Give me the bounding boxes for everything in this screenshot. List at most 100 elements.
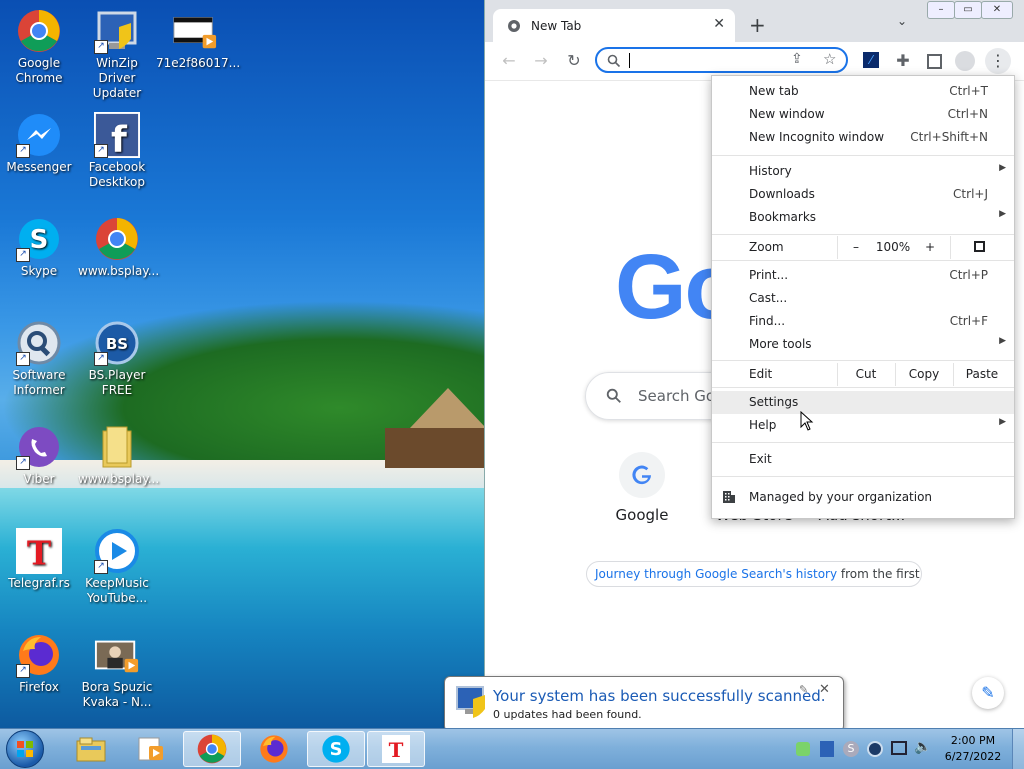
taskbar-explorer[interactable]	[62, 731, 120, 767]
tab-close-icon[interactable]: ✕	[713, 16, 725, 32]
side-panel-icon[interactable]	[927, 54, 942, 69]
menu-item-downloads[interactable]: Downloads Ctrl+J	[712, 183, 1014, 206]
menu-separator	[712, 387, 1014, 388]
fullscreen-icon[interactable]	[974, 241, 985, 252]
extensions-puzzle-icon[interactable]: ✚	[892, 50, 914, 72]
menu-item-shortcut: Ctrl+Shift+N	[910, 130, 988, 144]
menu-item-print[interactable]: Print... Ctrl+P	[712, 264, 1014, 287]
tray-software-informer-icon[interactable]	[867, 741, 883, 757]
tray-network-icon[interactable]	[891, 741, 907, 755]
menu-item-bookmarks[interactable]: Bookmarks ▶	[712, 206, 1014, 229]
start-button[interactable]	[6, 730, 44, 768]
desktop-icon-bsplayer-free[interactable]: BS ↗ BS.Player FREE	[78, 320, 156, 398]
menu-item-managed[interactable]: Managed by your organization	[712, 486, 1014, 509]
close-window-button[interactable]: ✕	[981, 1, 1013, 19]
notification-subtitle: 0 updates had been found.	[493, 708, 642, 721]
maximize-button[interactable]: ▭	[954, 1, 982, 19]
shortcut-google[interactable]: Google	[587, 452, 697, 524]
menu-item-exit[interactable]: Exit	[712, 448, 1014, 471]
desktop-icon-messenger[interactable]: ↗ Messenger	[0, 112, 78, 175]
taskbar-media-player[interactable]	[122, 731, 180, 767]
tray-green-icon[interactable]	[796, 742, 810, 756]
viber-icon: ↗	[16, 424, 62, 470]
copy-button[interactable]: Copy	[896, 367, 952, 381]
firefox-icon	[260, 735, 288, 763]
menu-item-find[interactable]: Find... Ctrl+F	[712, 310, 1014, 333]
google-g-icon	[619, 452, 665, 498]
menu-item-label: Exit	[749, 452, 772, 466]
desktop-icon-google-chrome[interactable]: Google Chrome	[0, 8, 78, 86]
cut-button[interactable]: Cut	[838, 367, 894, 381]
svg-text:T: T	[389, 738, 404, 762]
desktop-icon-keepmusic[interactable]: ↗ KeepMusic YouTube...	[78, 528, 156, 606]
folder-icon	[76, 737, 106, 762]
shortcut-arrow-icon: ↗	[94, 40, 108, 54]
notification-close-icon[interactable]: ✕	[819, 682, 830, 697]
address-bar[interactable]: ⇪ ☆	[595, 47, 848, 73]
desktop-icon-facebook-desktop[interactable]: f ↗ Facebook Desktkop	[78, 112, 156, 190]
reload-icon[interactable]: ↻	[563, 50, 585, 72]
taskbar-skype[interactable]: S	[307, 731, 365, 767]
menu-item-more-tools[interactable]: More tools ▶	[712, 333, 1014, 356]
wallpaper-hut	[410, 388, 486, 428]
desktop-icon-label: Skype	[20, 264, 58, 278]
tray-skype-icon[interactable]: S	[843, 741, 859, 757]
menu-item-label: Managed by your organization	[749, 490, 933, 504]
desktop-icon-software-informer[interactable]: ↗ Software Informer	[0, 320, 78, 398]
notification-options-icon[interactable]: ✎	[799, 683, 808, 696]
customize-pencil-icon[interactable]: ✎	[972, 677, 1004, 709]
taskbar-clock[interactable]: 2:00 PM 6/27/2022	[940, 733, 1006, 765]
profile-avatar-icon[interactable]	[955, 51, 975, 71]
desktop-icon-label: 71e2f86017...	[156, 56, 241, 70]
menu-item-history[interactable]: History ▶	[712, 160, 1014, 183]
bookmark-star-icon[interactable]: ☆	[823, 50, 836, 68]
show-desktop-button[interactable]	[1012, 729, 1024, 769]
zoom-in-button[interactable]: +	[922, 240, 938, 254]
back-arrow-icon[interactable]: ←	[498, 50, 520, 72]
desktop-icon-skype[interactable]: S ↗ Skype	[0, 216, 78, 279]
menu-item-help[interactable]: Help ▶	[712, 414, 1014, 437]
tray-driver-updater-icon[interactable]	[820, 741, 834, 757]
doodle-share-link[interactable]: Journey through Google Search's history …	[586, 561, 922, 587]
minimize-button[interactable]: –	[927, 1, 955, 19]
menu-item-label: History	[749, 164, 792, 178]
tray-volume-icon[interactable]: 🔈	[914, 739, 931, 755]
desktop-icon-bsplayer-folder[interactable]: www.bsplay...	[78, 424, 159, 487]
clock-date: 6/27/2022	[944, 750, 1002, 763]
desktop-icon-winzip-driver-updater[interactable]: ↗ WinZip Driver Updater	[78, 8, 156, 101]
menu-item-new-window[interactable]: New window Ctrl+N	[712, 103, 1014, 126]
tab-new-tab[interactable]: New Tab ✕	[493, 9, 735, 42]
menu-item-incognito[interactable]: New Incognito window Ctrl+Shift+N	[712, 126, 1014, 149]
desktop-icon-bsplayer-link[interactable]: www.bsplay...	[78, 216, 159, 279]
desktop-icon-bora-spuzic-video[interactable]: Bora Spuzic Kvaka - N...	[78, 632, 156, 710]
share-icon[interactable]: ⇪	[791, 51, 803, 67]
desktop-icon-viber[interactable]: ↗ Viber	[0, 424, 78, 487]
desktop-icon-firefox[interactable]: ↗ Firefox	[0, 632, 78, 695]
zoom-out-button[interactable]: –	[848, 240, 864, 254]
menu-item-new-tab[interactable]: New tab Ctrl+T	[712, 80, 1014, 103]
menu-item-label: New window	[749, 107, 825, 121]
scan-notification[interactable]: Your system has been successfully scanne…	[444, 676, 844, 732]
menu-item-shortcut: Ctrl+P	[949, 268, 988, 282]
forward-arrow-icon[interactable]: →	[530, 50, 552, 72]
taskbar-telegraf[interactable]: T	[367, 731, 425, 767]
menu-item-shortcut: Ctrl+N	[947, 107, 988, 121]
desktop-icon-telegraf[interactable]: T Telegraf.rs	[0, 528, 78, 591]
svg-text:S: S	[330, 740, 343, 760]
search-icon	[607, 54, 621, 68]
paste-button[interactable]: Paste	[954, 367, 1010, 381]
driver-updater-icon	[456, 686, 485, 718]
new-tab-button[interactable]: +	[749, 13, 766, 37]
menu-item-cast[interactable]: Cast...	[712, 287, 1014, 310]
winzip-driver-updater-icon: ↗	[94, 8, 140, 54]
desktop-icon-video-file[interactable]: 71e2f86017...	[156, 8, 240, 71]
taskbar-chrome[interactable]	[183, 731, 241, 767]
menu-item-settings[interactable]: Settings	[712, 391, 1014, 414]
taskbar-firefox[interactable]	[245, 731, 303, 767]
tab-search-chevron-icon[interactable]: ⌄	[897, 14, 907, 28]
extension-icon[interactable]: ⁄	[863, 52, 879, 68]
desktop-icon-label: Viber	[23, 472, 55, 486]
menu-item-label: New tab	[749, 84, 799, 98]
menu-kebab-icon[interactable]: ⋮	[985, 48, 1011, 74]
chrome-icon	[16, 8, 62, 54]
